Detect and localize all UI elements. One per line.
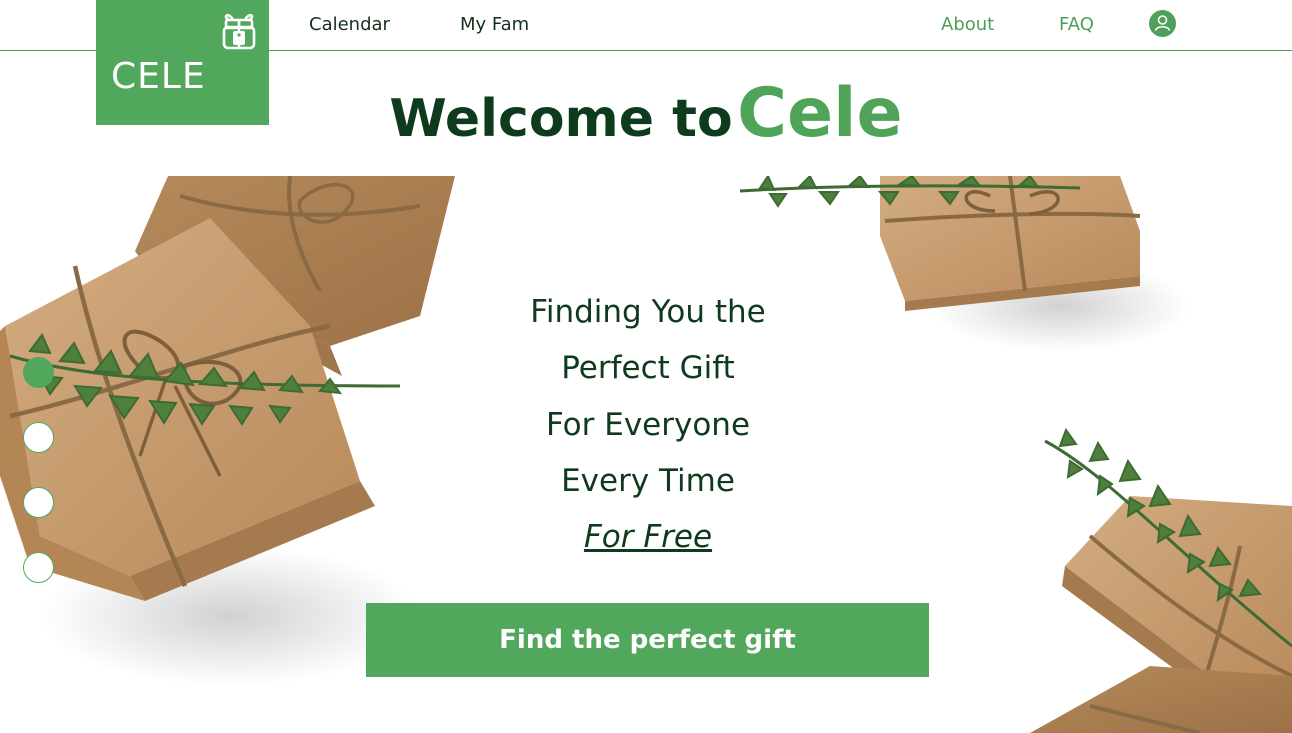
tagline-line: For Everyone bbox=[545, 407, 751, 443]
gift-tag-icon bbox=[222, 13, 256, 50]
carousel-dot[interactable] bbox=[23, 552, 54, 583]
brand-logo[interactable]: CELE bbox=[96, 0, 269, 125]
tagline-line: Finding You the bbox=[530, 294, 766, 330]
user-icon bbox=[1154, 15, 1171, 31]
nav-about-link[interactable]: About bbox=[941, 14, 994, 35]
nav-calendar-link[interactable]: Calendar bbox=[309, 14, 390, 35]
brand-name: CELE bbox=[111, 56, 206, 97]
nav-faq-link[interactable]: FAQ bbox=[1059, 14, 1094, 35]
welcome-brand: Cele bbox=[737, 74, 903, 153]
carousel-dot[interactable] bbox=[23, 357, 54, 388]
carousel-dot[interactable] bbox=[23, 422, 54, 453]
carousel-dot[interactable] bbox=[23, 487, 54, 518]
profile-button[interactable] bbox=[1149, 10, 1176, 37]
tagline-for-free: For Free bbox=[583, 519, 713, 555]
find-perfect-gift-button[interactable]: Find the perfect gift bbox=[366, 603, 929, 677]
nav-my-fam-link[interactable]: My Fam bbox=[460, 14, 529, 35]
tagline-line: Perfect Gift bbox=[561, 350, 735, 386]
tagline-line: Every Time bbox=[561, 463, 735, 499]
welcome-prefix: Welcome to bbox=[389, 89, 733, 149]
